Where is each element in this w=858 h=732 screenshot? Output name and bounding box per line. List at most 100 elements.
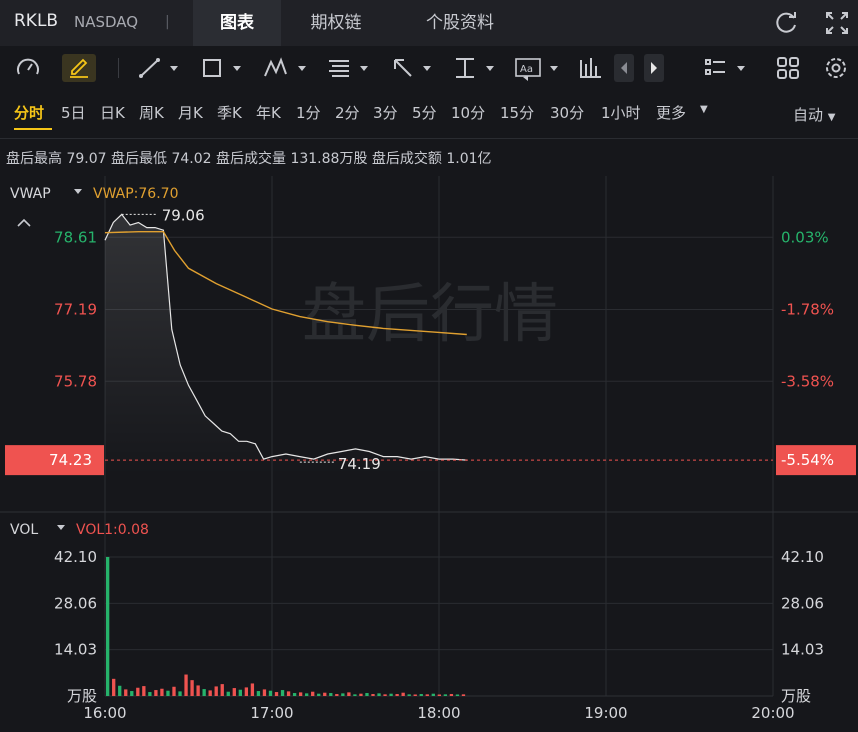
volume-bar-59 <box>461 694 466 696</box>
vol-unit-left: 万股 <box>67 687 97 705</box>
volume-bar-53 <box>425 694 429 696</box>
grid-icon[interactable] <box>774 54 802 82</box>
volume-dropdown-icon[interactable] <box>57 525 65 530</box>
tab-profile[interactable]: 个股资料 <box>400 0 520 46</box>
period-0[interactable]: 分时 <box>14 102 44 123</box>
candle-tool-icon[interactable] <box>577 54 605 82</box>
volume-bar-42 <box>359 693 363 696</box>
auto-label: 自动 <box>793 106 824 124</box>
period-6[interactable]: 年K <box>256 102 281 123</box>
period-10[interactable]: 5分 <box>412 102 437 123</box>
price-axis-left-2: 75.78 <box>54 372 97 390</box>
refresh-icon[interactable] <box>774 10 800 36</box>
toolbar-divider <box>118 58 119 78</box>
time-label-2: 18:00 <box>417 704 460 722</box>
period-15[interactable]: 更多 <box>656 102 686 123</box>
next-arrow-icon[interactable] <box>644 54 664 82</box>
time-label-4: 20:00 <box>751 704 794 722</box>
pattern-tool-icon[interactable] <box>262 54 312 82</box>
auto-scale-dropdown[interactable]: 自动 ▼ <box>793 104 836 125</box>
amount-value: 1.01亿 <box>446 151 492 167</box>
volume-bar-10 <box>166 690 170 696</box>
price-axis-left-0: 78.61 <box>54 228 97 246</box>
price-indicator-label[interactable]: VWAP <box>10 186 51 202</box>
volume-bar-30 <box>286 691 291 696</box>
volume-bar-19 <box>220 684 224 696</box>
volume-bar-18 <box>214 686 218 696</box>
settings-gear-icon[interactable] <box>822 54 850 82</box>
price-axis-left-1: 77.19 <box>54 301 97 319</box>
measure-tool-icon[interactable] <box>452 54 500 82</box>
period-1[interactable]: 5日 <box>61 102 86 123</box>
arrow-tool-icon[interactable] <box>389 54 437 82</box>
layout-list-icon[interactable] <box>703 54 751 82</box>
indicator-dropdown-icon[interactable] <box>74 189 82 194</box>
chevron-down-icon: ▼ <box>827 112 836 123</box>
volume-indicator-label[interactable]: VOL <box>10 522 38 538</box>
svg-text:Aa: Aa <box>520 64 533 75</box>
volume-bar-7 <box>148 692 152 696</box>
tab-options-chain[interactable]: 期权链 <box>291 0 381 46</box>
volume-bar-44 <box>371 694 375 696</box>
period-13[interactable]: 30分 <box>550 102 584 123</box>
volume-bar-36 <box>323 692 327 696</box>
current-price-label: 74.23 <box>49 451 92 469</box>
period-3[interactable]: 周K <box>139 102 164 123</box>
volume-bar-37 <box>329 693 333 696</box>
intraday-chart[interactable]: 盘后行情 VWAP VWAP:76.70 79.06 74.19 VOL VOL1… <box>0 176 858 732</box>
period-14[interactable]: 1小时 <box>601 102 641 123</box>
period-12[interactable]: 15分 <box>500 102 534 123</box>
period-4[interactable]: 月K <box>178 102 203 123</box>
volume-label: 盘后成交量 <box>216 151 286 167</box>
volume-bar-46 <box>383 694 387 696</box>
volume-bar-31 <box>292 693 297 696</box>
text-tool-icon[interactable]: Aa <box>514 54 566 82</box>
period-8[interactable]: 2分 <box>335 102 360 123</box>
volume-bar-51 <box>413 694 417 696</box>
price-axis-right-1: -1.78% <box>781 301 834 319</box>
gauge-icon[interactable] <box>14 54 42 82</box>
volume-bar-47 <box>389 693 393 696</box>
period-11[interactable]: 10分 <box>451 102 485 123</box>
volume-bar-1 <box>112 678 116 696</box>
volume-bar-3 <box>124 689 128 696</box>
collapse-chevron-icon[interactable] <box>17 218 31 227</box>
volume-bar-39 <box>341 693 345 696</box>
volume-bar-15 <box>196 685 200 696</box>
price-axis-right-0: 0.03% <box>781 228 829 246</box>
period-2[interactable]: 日K <box>100 102 125 123</box>
high-annotation: 79.06 <box>162 206 205 224</box>
volume-bar-25 <box>256 691 261 696</box>
afterhours-stats: 盘后最高 79.07 盘后最低 74.02 盘后成交量 131.88万股 盘后成… <box>6 148 492 168</box>
volume-value: 131.88万股 <box>290 151 368 167</box>
pencil-icon[interactable] <box>62 54 96 82</box>
rectangle-tool-icon[interactable] <box>199 54 247 82</box>
tab-chart[interactable]: 图表 <box>193 0 281 46</box>
vwap-value: VWAP:76.70 <box>93 186 178 202</box>
volume-bar-26 <box>262 689 267 696</box>
volume-bar-9 <box>160 688 164 696</box>
volume-bar-22 <box>238 689 242 696</box>
fullscreen-icon[interactable] <box>824 10 850 36</box>
selected-period-underline <box>14 128 52 130</box>
volume-bar-6 <box>142 686 146 696</box>
volume-bar-8 <box>154 690 158 696</box>
volume-bar-58 <box>455 694 460 696</box>
vol-axis-right-0: 42.10 <box>781 548 824 566</box>
volume-bar-45 <box>377 693 381 696</box>
period-5[interactable]: 季K <box>217 102 242 123</box>
volume-bar-56 <box>443 694 448 696</box>
trendline-tool-icon[interactable] <box>136 54 184 82</box>
volume-bar-21 <box>232 688 236 696</box>
time-label-1: 17:00 <box>250 704 293 722</box>
prev-arrow-icon[interactable] <box>614 54 634 82</box>
volume-bar-16 <box>202 689 206 696</box>
low-annotation: 74.19 <box>338 455 381 473</box>
period-9[interactable]: 3分 <box>373 102 398 123</box>
stock-symbol: RKLB <box>14 11 59 31</box>
volume-bar-41 <box>353 694 357 696</box>
volume-bar-28 <box>274 692 279 696</box>
fibonacci-tool-icon[interactable] <box>326 54 374 82</box>
period-7[interactable]: 1分 <box>296 102 321 123</box>
more-chevron-icon[interactable]: ▼ <box>700 104 708 115</box>
